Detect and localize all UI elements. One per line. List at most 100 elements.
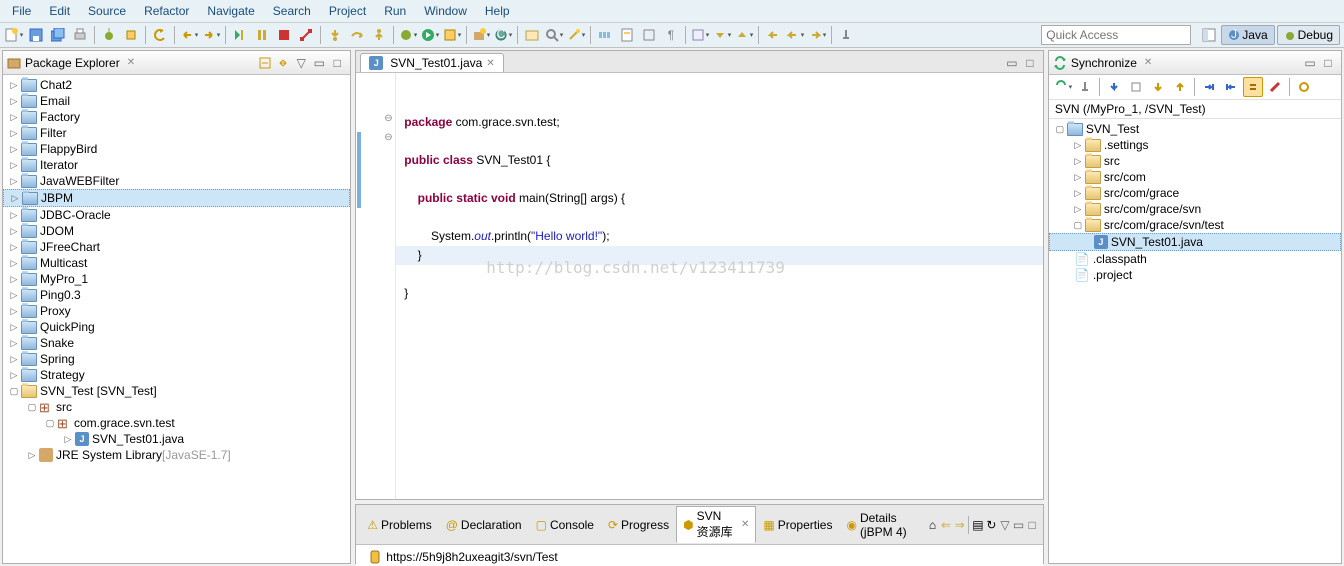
toggle-breadcrumb-icon[interactable]	[595, 25, 615, 45]
open-type-icon[interactable]	[522, 25, 542, 45]
twisty-icon[interactable]: ▷	[7, 96, 21, 107]
svn-repo-item[interactable]: https://5h9j8h2uxeagit3/svn/Test	[364, 549, 1035, 565]
sync-project[interactable]: ▢ SVN_Test	[1049, 121, 1341, 137]
minimize-icon[interactable]: ▭	[1013, 517, 1025, 533]
pause-icon[interactable]	[252, 25, 272, 45]
home-icon[interactable]: ⌂	[927, 517, 939, 533]
show-ws-icon[interactable]: ¶	[661, 25, 681, 45]
twisty-icon[interactable]: ▷	[7, 144, 21, 155]
undo-icon[interactable]	[150, 25, 170, 45]
project-item[interactable]: ▷ Spring	[3, 351, 350, 367]
last-edit-icon[interactable]	[763, 25, 783, 45]
save-all-icon[interactable]	[48, 25, 68, 45]
minimize-icon[interactable]: ▭	[311, 55, 327, 71]
menu-edit[interactable]: Edit	[41, 2, 78, 20]
view-menu-icon[interactable]: ▽	[999, 517, 1011, 533]
project-item[interactable]: ▷ JFreeChart	[3, 239, 350, 255]
sync-folder[interactable]: ▷ src/com/grace/svn	[1049, 201, 1341, 217]
sync-file[interactable]: SVN_Test01.java	[1049, 233, 1341, 251]
project-item[interactable]: ▷ Snake	[3, 335, 350, 351]
twisty-icon[interactable]: ▷	[7, 160, 21, 171]
maximize-icon[interactable]: □	[1022, 55, 1038, 71]
menu-source[interactable]: Source	[80, 2, 134, 20]
sync-file[interactable]: 📄 .project	[1049, 267, 1341, 283]
fwd-icon[interactable]: ⇒	[954, 517, 966, 533]
new-class-icon[interactable]: C▾	[493, 25, 513, 45]
commit-icon[interactable]	[1199, 77, 1219, 97]
sync-folder[interactable]: ▢ src/com/grace/svn/test	[1049, 217, 1341, 233]
project-item[interactable]: ▷ Proxy	[3, 303, 350, 319]
bottom-tab[interactable]: ⚠ Problems	[360, 515, 438, 535]
twisty-icon[interactable]: ▷	[7, 338, 21, 349]
view-menu-icon[interactable]: ▽	[293, 55, 309, 71]
search-icon[interactable]: ▾	[544, 25, 564, 45]
editor-tab[interactable]: SVN_Test01.java ✕	[360, 53, 503, 72]
down-arrow-icon[interactable]	[1148, 77, 1168, 97]
twisty-icon[interactable]: ▷	[7, 128, 21, 139]
step-into-icon[interactable]	[325, 25, 345, 45]
project-item[interactable]: ▷ MyPro_1	[3, 271, 350, 287]
refresh-icon[interactable]: ↻	[986, 517, 998, 533]
minimize-icon[interactable]: ▭	[1004, 55, 1020, 71]
twisty-icon[interactable]: ▷	[7, 306, 21, 317]
incoming-icon[interactable]	[1104, 77, 1124, 97]
package-tree[interactable]: ▷ Chat2 ▷ Email ▷ Factory ▷ Filter ▷ Fla…	[3, 75, 350, 563]
link-editor-icon[interactable]	[275, 55, 291, 71]
twisty-icon[interactable]: ▷	[1071, 140, 1085, 151]
twisty-icon[interactable]: ▷	[7, 226, 21, 237]
project-item[interactable]: ▷ Chat2	[3, 77, 350, 93]
back-icon[interactable]: ▾	[785, 25, 805, 45]
wand-icon[interactable]: ▾	[566, 25, 586, 45]
build-icon[interactable]	[121, 25, 141, 45]
sync-tree[interactable]: ▢ SVN_Test ▷ .settings ▷ src ▷ src/com ▷…	[1049, 119, 1341, 563]
bug-icon[interactable]	[99, 25, 119, 45]
mode-icon[interactable]	[1243, 77, 1263, 97]
package-item[interactable]: ▢ com.grace.svn.test	[3, 415, 350, 431]
bottom-tab[interactable]: ▦ Properties	[756, 515, 839, 535]
project-item[interactable]: ▷ JBPM	[3, 189, 350, 207]
project-item[interactable]: ▷ Email	[3, 93, 350, 109]
project-item[interactable]: ▷ Factory	[3, 109, 350, 125]
undo2-icon[interactable]: ▾	[179, 25, 199, 45]
maximize-icon[interactable]: □	[1026, 517, 1038, 533]
editor-body[interactable]: ⊖ ⊖ package com.grace.svn.test; public c…	[356, 73, 1043, 499]
menu-refactor[interactable]: Refactor	[136, 2, 197, 20]
maximize-icon[interactable]: □	[329, 55, 345, 71]
stop-icon[interactable]	[274, 25, 294, 45]
twisty-icon[interactable]: ▢	[43, 418, 57, 429]
twisty-icon[interactable]: ▢	[7, 386, 21, 397]
twisty-icon[interactable]: ▢	[1071, 220, 1085, 231]
maximize-icon[interactable]: □	[1320, 55, 1336, 71]
menu-window[interactable]: Window	[416, 2, 475, 20]
twisty-icon[interactable]: ▢	[1053, 124, 1067, 135]
pin-icon[interactable]	[836, 25, 856, 45]
open-perspective-icon[interactable]	[1199, 25, 1219, 45]
bottom-tab[interactable]: ⬢ SVN 资源库✕	[676, 506, 756, 543]
run-icon[interactable]: ▾	[420, 25, 440, 45]
refresh-icon[interactable]	[1294, 77, 1314, 97]
project-item[interactable]: ▷ Strategy	[3, 367, 350, 383]
twisty-icon[interactable]: ▷	[7, 370, 21, 381]
mark-occur-icon[interactable]	[617, 25, 637, 45]
twisty-icon[interactable]: ▷	[7, 242, 21, 253]
twisty-icon[interactable]: ▷	[7, 258, 21, 269]
annotate-icon[interactable]: ▾	[690, 25, 710, 45]
project-item[interactable]: ▷ Ping0.3	[3, 287, 350, 303]
project-item[interactable]: ▷ QuickPing	[3, 319, 350, 335]
twisty-icon[interactable]: ▷	[25, 450, 39, 461]
sync-file[interactable]: 📄 .classpath	[1049, 251, 1341, 267]
project-item[interactable]: ▢ SVN_Test [SVN_Test]	[3, 383, 350, 399]
up-arrow-icon[interactable]	[1170, 77, 1190, 97]
project-item[interactable]: ▷ Filter	[3, 125, 350, 141]
twisty-icon[interactable]: ▢	[25, 402, 39, 413]
twisty-icon[interactable]: ▷	[7, 322, 21, 333]
twisty-icon[interactable]: ▷	[7, 80, 21, 91]
project-item[interactable]: ▷ JDOM	[3, 223, 350, 239]
perspective-debug[interactable]: Debug	[1277, 25, 1340, 45]
sync-folder[interactable]: ▷ .settings	[1049, 137, 1341, 153]
twisty-icon[interactable]: ▷	[7, 274, 21, 285]
twisty-icon[interactable]: ▷	[1071, 204, 1085, 215]
bottom-tab[interactable]: ◉ Details (jBPM 4)	[839, 508, 925, 542]
menu-navigate[interactable]: Navigate	[199, 2, 262, 20]
twisty-icon[interactable]: ▷	[7, 176, 21, 187]
